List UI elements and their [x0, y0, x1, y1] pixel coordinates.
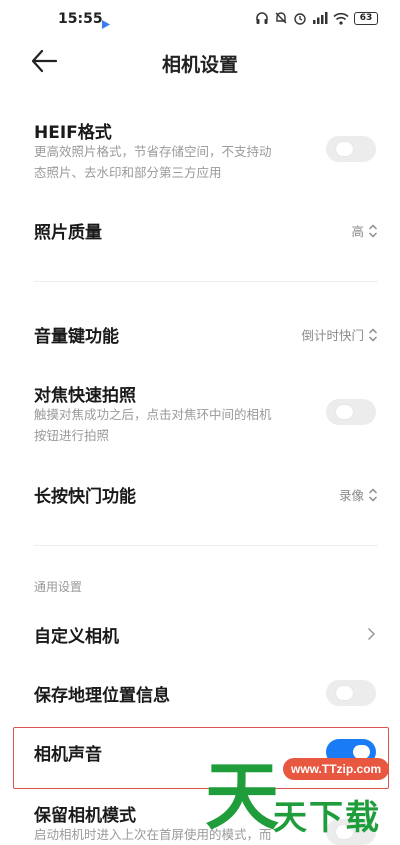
- header: 相机设置: [0, 40, 400, 84]
- volume-key-value-text: 倒计时快门: [301, 328, 364, 343]
- setting-heif-desc-line1: 更高效照片格式，节省存储空间，不支持动: [34, 144, 272, 159]
- focus-shot-toggle[interactable]: [326, 399, 376, 425]
- divider: [34, 545, 378, 546]
- setting-custom-camera-title: 自定义相机: [34, 627, 119, 647]
- setting-save-location-title: 保存地理位置信息: [34, 686, 170, 706]
- setting-heif-title: HEIF格式: [34, 123, 112, 143]
- watermark-url: www.TTzip.com: [283, 758, 390, 780]
- watermark-logo: 天 www.TTzip.com 天下载: [205, 752, 400, 845]
- section-label-general: 通用设置: [34, 580, 83, 594]
- signal-icon: [312, 11, 328, 25]
- wifi-icon: [333, 12, 349, 25]
- setting-focus-shot-desc: 触摸对焦成功之后，点击对焦环中间的相机 按钮进行拍照: [34, 404, 319, 446]
- setting-custom-camera[interactable]: 自定义相机: [0, 614, 400, 654]
- setting-focus-shot-title: 对焦快速拍照: [34, 386, 136, 406]
- setting-heif[interactable]: HEIF格式 更高效照片格式，节省存储空间，不支持动 态照片、去水印和部分第三方…: [0, 110, 400, 190]
- status-bar: 15:55 63: [0, 0, 400, 40]
- chevron-right-icon: [367, 627, 376, 641]
- setting-volume-key-title: 音量键功能: [34, 327, 119, 347]
- watermark-big-char: 天: [205, 754, 279, 840]
- status-time: 15:55: [58, 11, 103, 27]
- setting-keep-mode-title: 保留相机模式: [34, 806, 136, 826]
- setting-long-press-shutter[interactable]: 长按快门功能 录像: [0, 474, 400, 514]
- setting-heif-desc-line2: 态照片、去水印和部分第三方应用: [34, 165, 222, 180]
- setting-photo-quality[interactable]: 照片质量 高: [0, 210, 400, 250]
- setting-volume-key[interactable]: 音量键功能 倒计时快门: [0, 314, 400, 354]
- save-location-toggle[interactable]: [326, 680, 376, 706]
- long-press-shutter-value-text: 录像: [338, 488, 364, 503]
- heif-toggle[interactable]: [326, 136, 376, 162]
- headset-icon: [255, 11, 269, 25]
- watermark-text: 天下载: [273, 798, 381, 838]
- chevron-updown-icon: [369, 224, 377, 237]
- bell-muted-icon: [274, 11, 288, 25]
- photo-quality-value-text: 高: [351, 224, 364, 239]
- battery-indicator: 63: [354, 11, 378, 25]
- setting-heif-desc: 更高效照片格式，节省存储空间，不支持动 态照片、去水印和部分第三方应用: [34, 141, 319, 183]
- chevron-updown-icon: [369, 488, 377, 501]
- setting-volume-key-value: 倒计时快门: [301, 325, 378, 344]
- page-title: 相机设置: [161, 54, 238, 76]
- setting-photo-quality-value: 高: [351, 221, 378, 240]
- setting-focus-shot-desc-line2: 按钮进行拍照: [34, 428, 110, 443]
- setting-camera-sound-title: 相机声音: [34, 745, 102, 765]
- status-icons: 63: [255, 11, 378, 25]
- setting-photo-quality-title: 照片质量: [34, 223, 102, 243]
- setting-focus-shot[interactable]: 对焦快速拍照 触摸对焦成功之后，点击对焦环中间的相机 按钮进行拍照: [0, 375, 400, 450]
- setting-long-press-shutter-value: 录像: [339, 485, 378, 504]
- chevron-updown-icon: [369, 328, 377, 341]
- alarm-icon: [293, 11, 307, 25]
- divider: [34, 281, 378, 282]
- setting-focus-shot-desc-line1: 触摸对焦成功之后，点击对焦环中间的相机: [34, 407, 272, 422]
- play-icon: [102, 14, 110, 33]
- setting-long-press-shutter-title: 长按快门功能: [34, 487, 136, 507]
- setting-save-location[interactable]: 保存地理位置信息: [0, 673, 400, 713]
